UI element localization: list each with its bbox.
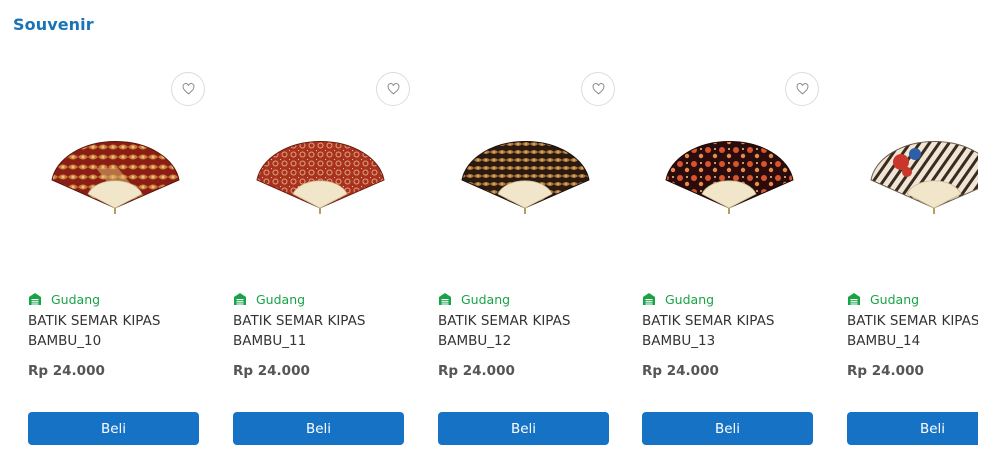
wishlist-button[interactable] <box>581 72 615 106</box>
heart-outline-icon <box>387 83 399 95</box>
warehouse-icon <box>848 293 860 305</box>
product-name-line: BATIK SEMAR KIPAS <box>233 313 366 329</box>
product-name-line: BATIK SEMAR KIPAS <box>28 313 161 329</box>
warehouse-text: Gudang <box>256 291 306 307</box>
product-image-area[interactable] <box>220 62 415 282</box>
product-image-area[interactable] <box>425 62 620 282</box>
product-image-area[interactable] <box>15 62 210 282</box>
warehouse-label: Gudang <box>438 291 510 307</box>
warehouse-text: Gudang <box>870 291 920 307</box>
product-image <box>461 140 590 214</box>
product-image <box>51 140 180 214</box>
product-card[interactable]: Gudang BATIK SEMAR KIPAS BAMBU_13 Rp 24.… <box>629 62 824 462</box>
product-name-line: BAMBU_14 <box>847 333 921 349</box>
warehouse-icon <box>234 293 246 305</box>
product-name-line: BAMBU_11 <box>233 333 307 349</box>
product-card[interactable]: Gudang BATIK SEMAR KIPAS BAMBU_12 Rp 24.… <box>425 62 620 462</box>
product-name-line: BAMBU_13 <box>642 333 716 349</box>
warehouse-icon <box>643 293 655 305</box>
wishlist-button[interactable] <box>171 72 205 106</box>
product-price: Rp 24.000 <box>233 363 310 379</box>
heart-outline-icon <box>796 83 808 95</box>
wishlist-button[interactable] <box>376 72 410 106</box>
product-image-area[interactable] <box>834 62 978 282</box>
warehouse-label: Gudang <box>847 291 919 307</box>
buy-button[interactable]: Beli <box>847 412 978 445</box>
product-price: Rp 24.000 <box>438 363 515 379</box>
product-price: Rp 24.000 <box>642 363 719 379</box>
warehouse-icon <box>439 293 451 305</box>
product-image <box>256 140 385 214</box>
product-name-line: BATIK SEMAR KIPAS <box>642 313 775 329</box>
product-image <box>870 140 978 214</box>
product-image <box>665 140 794 214</box>
product-card[interactable]: Gudang BATIK SEMAR KIPAS BAMBU_11 Rp 24.… <box>220 62 415 462</box>
product-name-line: BAMBU_10 <box>28 333 102 349</box>
warehouse-icon <box>29 293 41 305</box>
product-card[interactable]: Gudang BATIK SEMAR KIPAS BAMBU_10 Rp 24.… <box>15 62 210 462</box>
product-name-line: BAMBU_12 <box>438 333 512 349</box>
wishlist-button[interactable] <box>785 72 819 106</box>
product-name-line: BATIK SEMAR KIPAS <box>438 313 571 329</box>
warehouse-label: Gudang <box>642 291 714 307</box>
product-price: Rp 24.000 <box>28 363 105 379</box>
product-name[interactable]: BATIK SEMAR KIPAS BAMBU_13 <box>642 311 822 351</box>
warehouse-label: Gudang <box>233 291 305 307</box>
product-name[interactable]: BATIK SEMAR KIPAS BAMBU_14 <box>847 311 978 351</box>
product-name[interactable]: BATIK SEMAR KIPAS BAMBU_10 <box>28 311 208 351</box>
warehouse-text: Gudang <box>51 291 101 307</box>
product-image-area[interactable] <box>629 62 824 282</box>
heart-outline-icon <box>182 83 194 95</box>
product-name[interactable]: BATIK SEMAR KIPAS BAMBU_12 <box>438 311 618 351</box>
buy-button[interactable]: Beli <box>28 412 199 445</box>
warehouse-text: Gudang <box>461 291 511 307</box>
buy-button[interactable]: Beli <box>438 412 609 445</box>
warehouse-text: Gudang <box>665 291 715 307</box>
heart-outline-icon <box>592 83 604 95</box>
product-carousel: Gudang BATIK SEMAR KIPAS BAMBU_10 Rp 24.… <box>0 0 978 466</box>
product-card[interactable]: Gudang BATIK SEMAR KIPAS BAMBU_14 Rp 24.… <box>834 62 978 462</box>
warehouse-label: Gudang <box>28 291 100 307</box>
buy-button[interactable]: Beli <box>233 412 404 445</box>
product-name-line: BATIK SEMAR KIPAS <box>847 313 978 329</box>
product-price: Rp 24.000 <box>847 363 924 379</box>
buy-button[interactable]: Beli <box>642 412 813 445</box>
product-name[interactable]: BATIK SEMAR KIPAS BAMBU_11 <box>233 311 413 351</box>
